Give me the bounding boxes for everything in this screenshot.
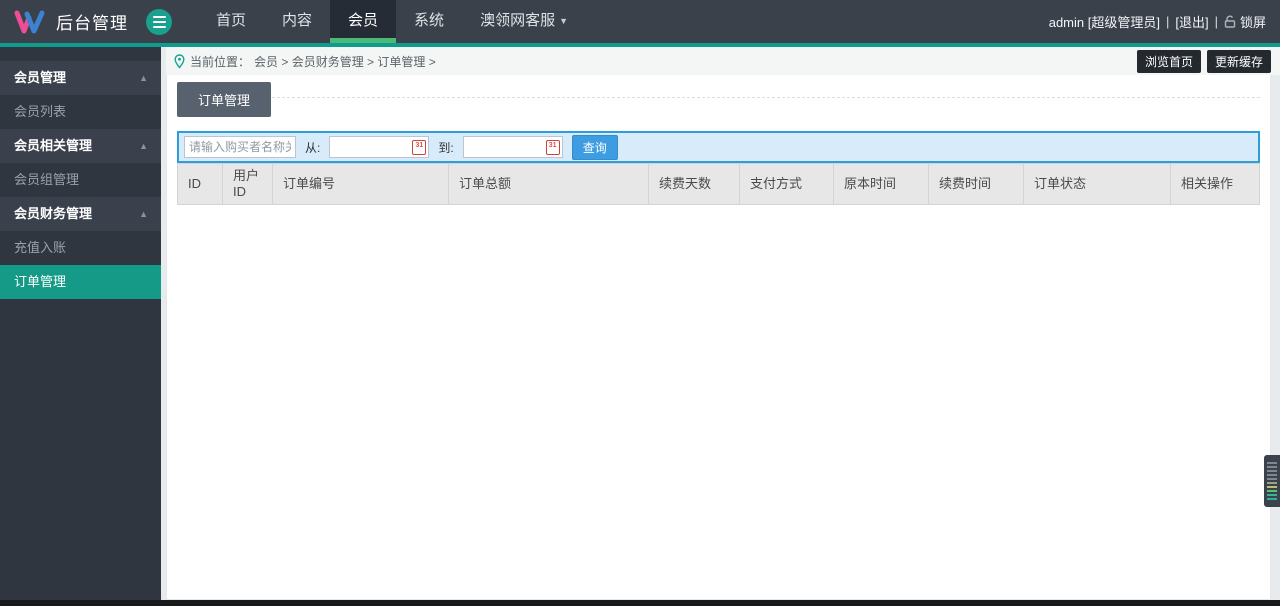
user-info[interactable]: admin [超级管理员] (1049, 12, 1160, 31)
sidebar-item-order-mgmt[interactable]: 订单管理 (0, 265, 161, 299)
browse-home-button[interactable]: 浏览首页 (1136, 49, 1201, 73)
logout-link[interactable]: [退出] (1175, 12, 1208, 31)
calendar-icon[interactable]: 31 (545, 140, 560, 155)
chevron-up-icon: ▲ (139, 141, 148, 151)
col-order-status: 订单状态 (1023, 163, 1171, 205)
chevron-up-icon: ▲ (139, 73, 148, 83)
sidebar-section-member-related[interactable]: 会员相关管理 ▲ (0, 129, 161, 163)
lock-icon (1224, 15, 1236, 28)
sidebar: 会员管理 ▲ 会员列表 会员相关管理 ▲ 会员组管理 会员财务管理 ▲ 充值入账… (0, 47, 161, 600)
date-to-label: 到: (438, 140, 454, 155)
separator: | (1214, 14, 1218, 29)
calendar-icon[interactable]: 31 (412, 140, 427, 155)
col-payment-method: 支付方式 (739, 163, 834, 205)
location-pin-icon (174, 53, 185, 69)
sidebar-item-recharge[interactable]: 充值入账 (0, 231, 161, 265)
app-title: 后台管理 (56, 14, 128, 33)
col-renewal-days: 续费天数 (648, 163, 740, 205)
logo-w-icon (14, 9, 46, 35)
col-order-number: 订单编号 (272, 163, 449, 205)
separator: | (1165, 14, 1170, 29)
orders-table: ID 用户ID 订单编号 订单总额 续费天数 支付方式 原本时间 续费时间 订单… (177, 163, 1260, 205)
breadcrumb-label: 当前位置： (190, 54, 251, 69)
bottom-bar (0, 600, 1280, 606)
breadcrumb: 当前位置： 会员 > 会员财务管理 > 订单管理 > 浏览首页 更新缓存 (166, 47, 1280, 75)
content-panel: 订单管理 从: 31 到: (166, 75, 1271, 600)
user-area: admin [超级管理员] | [退出] | 锁屏 (1049, 12, 1280, 31)
tab-order-management[interactable]: 订单管理 (177, 82, 272, 117)
main-area: 当前位置： 会员 > 会员财务管理 > 订单管理 > 浏览首页 更新缓存 订单管… (161, 47, 1280, 600)
update-cache-button[interactable]: 更新缓存 (1206, 49, 1271, 73)
table-header-row: ID 用户ID 订单编号 订单总额 续费天数 支付方式 原本时间 续费时间 订单… (177, 163, 1260, 205)
col-id: ID (177, 163, 223, 205)
sidebar-section-label: 会员管理 (14, 70, 67, 85)
col-order-total: 订单总额 (448, 163, 649, 205)
sidebar-item-member-list[interactable]: 会员列表 (0, 95, 161, 129)
col-user-id: 用户ID (222, 163, 273, 205)
sidebar-item-member-groups[interactable]: 会员组管理 (0, 163, 161, 197)
date-from-field: 31 (329, 136, 430, 158)
col-original-time: 原本时间 (833, 163, 929, 205)
date-to-field: 31 (462, 136, 563, 158)
lock-screen-link[interactable]: 锁屏 (1224, 12, 1266, 31)
chevron-up-icon: ▲ (139, 209, 148, 219)
sidebar-section-label: 会员相关管理 (14, 138, 93, 153)
col-actions: 相关操作 (1170, 163, 1260, 205)
sidebar-section-label: 会员财务管理 (14, 206, 93, 221)
query-button[interactable]: 查询 (571, 134, 618, 160)
nav-item-home[interactable]: 首页 (198, 0, 264, 43)
admin-app: 后台管理 首页 内容 会员 系统 澳领网客服 ▼ admin [超级管理员] | … (0, 0, 1280, 606)
chevron-down-icon: ▼ (559, 16, 568, 26)
nav-item-members[interactable]: 会员 (330, 0, 397, 43)
col-renewal-time: 续费时间 (928, 163, 1024, 205)
hamburger-menu-icon[interactable] (146, 8, 172, 35)
tab-row: 订单管理 (167, 75, 1270, 129)
date-from-label: 从: (305, 140, 321, 155)
search-toolbar: 从: 31 到: (177, 131, 1260, 163)
top-navbar: 后台管理 首页 内容 会员 系统 澳领网客服 ▼ admin [超级管理员] | … (0, 0, 1280, 43)
logo[interactable]: 后台管理 (0, 9, 128, 35)
nav-item-support[interactable]: 澳领网客服 ▼ (462, 0, 586, 43)
side-panel-toggle[interactable] (1264, 455, 1280, 507)
nav-item-support-label: 澳领网客服 (480, 12, 556, 29)
nav-item-content[interactable]: 内容 (264, 0, 330, 43)
sidebar-section-member-finance[interactable]: 会员财务管理 ▲ (0, 197, 161, 231)
lock-label: 锁屏 (1239, 15, 1266, 30)
breadcrumb-path[interactable]: 会员 > 会员财务管理 > 订单管理 > (254, 53, 436, 70)
sidebar-section-member-mgmt[interactable]: 会员管理 ▲ (0, 61, 161, 95)
main-nav: 首页 内容 会员 系统 澳领网客服 ▼ (198, 0, 586, 43)
buyer-keyword-input[interactable] (184, 136, 296, 158)
nav-item-system[interactable]: 系统 (396, 0, 462, 43)
